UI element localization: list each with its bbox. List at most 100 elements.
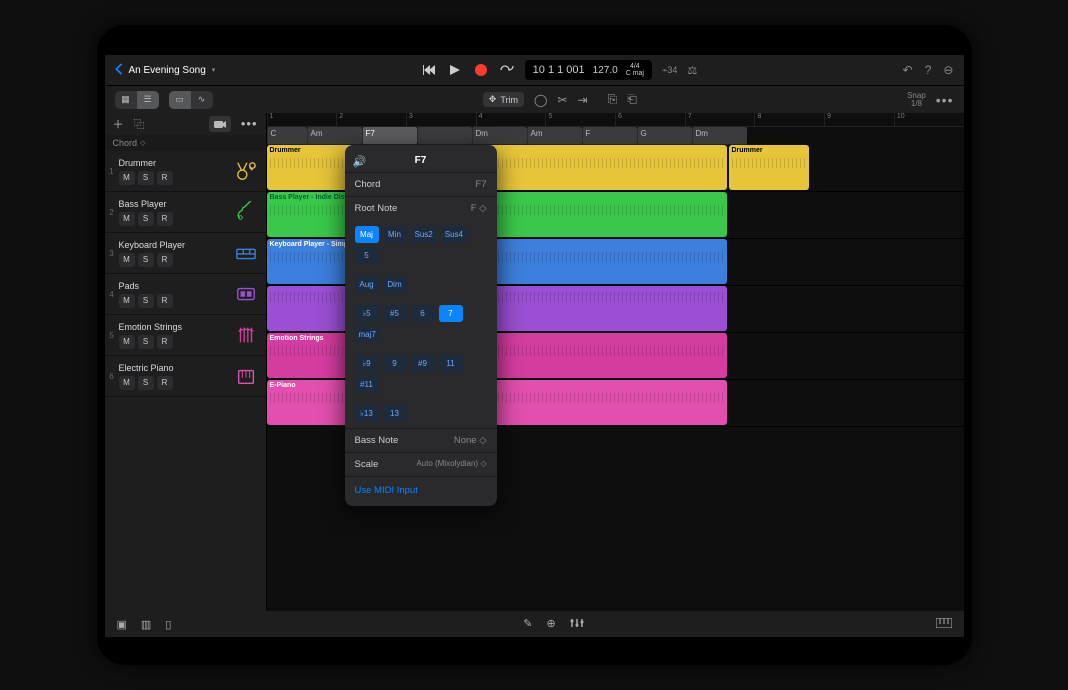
- bass-note-field[interactable]: Bass Note None ◇: [345, 428, 497, 452]
- ruler-mark[interactable]: 10: [894, 113, 964, 126]
- track-r-button[interactable]: R: [157, 376, 173, 390]
- track-m-button[interactable]: M: [119, 294, 135, 308]
- chord-chip[interactable]: Dim: [383, 276, 407, 293]
- track-s-button[interactable]: S: [138, 212, 154, 226]
- track-r-button[interactable]: R: [157, 171, 173, 185]
- track-header[interactable]: 6Electric PianoMSR: [105, 356, 266, 397]
- region[interactable]: Bass Player - Indie Disco: [267, 192, 727, 237]
- tool-selector[interactable]: ✥ Trim: [483, 92, 524, 107]
- ruler-mark[interactable]: 2: [336, 113, 406, 126]
- chord-chip[interactable]: 13: [383, 405, 407, 422]
- track-m-button[interactable]: M: [119, 171, 135, 185]
- controls-button[interactable]: [570, 617, 584, 632]
- home-indicator[interactable]: [489, 654, 579, 657]
- region[interactable]: E-Piano: [267, 380, 727, 425]
- track-header[interactable]: 3Keyboard PlayerMSR: [105, 233, 266, 274]
- chord-chip[interactable]: Sus4: [441, 226, 467, 243]
- tracks-view-button[interactable]: ▭: [169, 91, 191, 109]
- edit-button[interactable]: ✎: [523, 617, 532, 632]
- chord-cell[interactable]: Dm: [472, 127, 527, 145]
- track-s-button[interactable]: S: [138, 171, 154, 185]
- tuner-icon[interactable]: ⚖: [687, 64, 697, 77]
- chord-chip[interactable]: Maj: [355, 226, 379, 243]
- instrument-icon[interactable]: [232, 198, 260, 226]
- play-button[interactable]: [447, 62, 463, 78]
- chord-chip[interactable]: ♭9: [355, 355, 379, 372]
- display-mode-group[interactable]: ▭ ∿: [169, 91, 213, 109]
- notes-button[interactable]: ▯: [165, 618, 171, 631]
- chord-cell[interactable]: Am: [307, 127, 362, 145]
- region[interactable]: Keyboard Player - Simple: [267, 239, 727, 284]
- inspector-button[interactable]: ⊕: [546, 617, 555, 632]
- track-m-button[interactable]: M: [119, 212, 135, 226]
- paste-button[interactable]: ⎗: [627, 92, 637, 107]
- help-button[interactable]: ?: [925, 63, 932, 77]
- chord-chip[interactable]: Sus2: [411, 226, 437, 243]
- automation-view-button[interactable]: ∿: [191, 91, 213, 109]
- rewind-button[interactable]: [421, 62, 437, 78]
- arrange-area[interactable]: 12345678910 CAmF7DmAmFGDm DrummerDrummer…: [267, 113, 964, 611]
- scale-field[interactable]: Scale Auto (Mixolydian) ◇: [345, 452, 497, 476]
- chord-cell[interactable]: Am: [527, 127, 582, 145]
- chord-cell[interactable]: C: [267, 127, 307, 145]
- lcd-display[interactable]: 10 1 1 001 127.0 4/4C maj: [525, 60, 652, 80]
- more-button[interactable]: •••: [936, 92, 954, 108]
- chord-field[interactable]: Chord F7: [345, 172, 497, 196]
- track-header[interactable]: 4PadsMSR: [105, 274, 266, 315]
- ruler-mark[interactable]: 3: [406, 113, 476, 126]
- track-s-button[interactable]: S: [138, 335, 154, 349]
- track-m-button[interactable]: M: [119, 376, 135, 390]
- library-button[interactable]: ⿻: [134, 116, 145, 132]
- instrument-icon[interactable]: [232, 280, 260, 308]
- chord-cell[interactable]: Dm: [692, 127, 747, 145]
- region[interactable]: Emotion Strings: [267, 333, 727, 378]
- ruler-mark[interactable]: 9: [824, 113, 894, 126]
- chord-chip[interactable]: 7: [439, 305, 463, 322]
- snap-setting[interactable]: Snap 1/8: [907, 92, 926, 108]
- track-r-button[interactable]: R: [157, 294, 173, 308]
- track-s-button[interactable]: S: [138, 376, 154, 390]
- track-s-button[interactable]: S: [138, 253, 154, 267]
- ruler-mark[interactable]: 7: [685, 113, 755, 126]
- chord-chip[interactable]: ♭5: [355, 305, 379, 322]
- instrument-icon[interactable]: [232, 239, 260, 267]
- list-view-button[interactable]: ☰: [137, 91, 159, 109]
- track-r-button[interactable]: R: [157, 212, 173, 226]
- chord-chip[interactable]: #5: [383, 305, 407, 322]
- chord-chip[interactable]: ♭13: [355, 405, 379, 422]
- browser-button[interactable]: ▣: [117, 618, 127, 631]
- loop-tool-button[interactable]: ◯: [534, 93, 547, 107]
- undo-button[interactable]: ↶: [903, 63, 913, 77]
- track-s-button[interactable]: S: [138, 294, 154, 308]
- chord-chip[interactable]: #9: [411, 355, 435, 372]
- region[interactable]: Drummer: [729, 145, 809, 190]
- chord-chip[interactable]: 9: [383, 355, 407, 372]
- track-header[interactable]: 1DrummerMSR: [105, 151, 266, 192]
- chord-chip[interactable]: 6: [411, 305, 435, 322]
- track-r-button[interactable]: R: [157, 335, 173, 349]
- instrument-icon[interactable]: [232, 362, 260, 390]
- region[interactable]: [267, 286, 727, 331]
- root-note-field[interactable]: Root Note F ◇: [345, 196, 497, 220]
- track-m-button[interactable]: M: [119, 253, 135, 267]
- cycle-button[interactable]: [499, 62, 515, 78]
- ruler-mark[interactable]: 4: [476, 113, 546, 126]
- back-button[interactable]: [115, 63, 123, 78]
- region[interactable]: Drummer: [267, 145, 727, 190]
- instrument-icon[interactable]: [232, 157, 260, 185]
- grid-view-button[interactable]: ▦: [115, 91, 137, 109]
- chord-chip[interactable]: #11: [355, 376, 379, 393]
- speaker-icon[interactable]: 🔊: [353, 155, 367, 168]
- keyboard-button[interactable]: [936, 619, 952, 631]
- mixer-button[interactable]: ▥: [141, 618, 151, 631]
- ruler-mark[interactable]: 1: [267, 113, 337, 126]
- track-header[interactable]: 2Bass PlayerMSR: [105, 192, 266, 233]
- view-mode-group[interactable]: ▦ ☰: [115, 91, 159, 109]
- track-r-button[interactable]: R: [157, 253, 173, 267]
- chord-cell[interactable]: [417, 127, 472, 145]
- track-m-button[interactable]: M: [119, 335, 135, 349]
- chord-cell[interactable]: F7: [362, 127, 417, 145]
- settings-button[interactable]: ⊖: [943, 63, 953, 77]
- track-more-button[interactable]: •••: [241, 116, 258, 132]
- chord-chip[interactable]: 5: [355, 247, 379, 264]
